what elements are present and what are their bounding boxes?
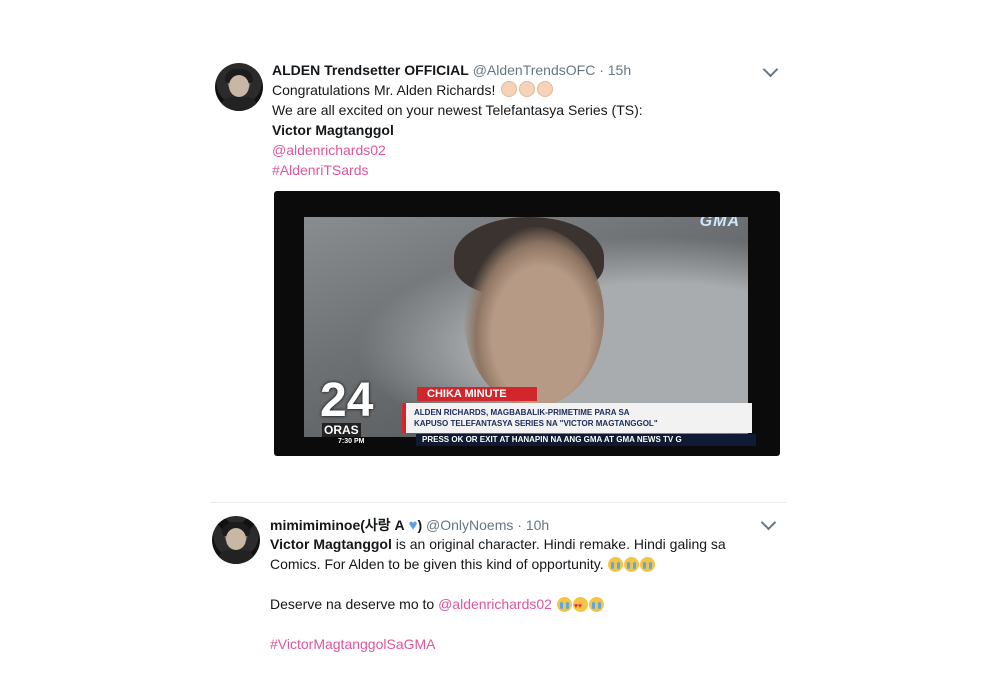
tweet-text-line-2: We are all excited on your newest Telefa… xyxy=(272,102,643,118)
gma-logo: GMA xyxy=(699,217,740,230)
news-ticker: PRESS OK OR EXIT AT HANAPIN NA ANG GMA A… xyxy=(416,434,756,446)
crying-face-emoji xyxy=(556,597,572,612)
tweet-text-line-1: Congratulations Mr. Alden Richards! xyxy=(272,80,554,100)
news-logo-number: 24 xyxy=(320,374,374,427)
clap-emoji xyxy=(519,81,536,97)
tweet-text-line-3: Victor Magtanggol xyxy=(272,122,394,138)
mention-link[interactable]: @aldenrichards02 xyxy=(272,140,386,160)
timestamp[interactable]: 15h xyxy=(608,62,631,78)
display-name[interactable]: ALDEN Trendsetter OFFICIAL xyxy=(272,62,469,78)
headline-line-2: KAPUSO TELEFANTASYA SERIES NA "VICTOR MA… xyxy=(414,419,658,428)
headline-line-1: ALDEN RICHARDS, MAGBABALIK-PRIMETIME PAR… xyxy=(414,408,630,417)
crying-face-emoji xyxy=(624,557,640,572)
avatar-icon[interactable] xyxy=(212,516,260,564)
separator: · xyxy=(517,517,522,533)
crying-face-emoji xyxy=(608,557,624,572)
display-name[interactable]: mimimiminoe(사랑 A xyxy=(270,517,405,533)
tweet-media-image[interactable]: GMA 24 ORAS 7:30 PM CHIKA MINUTE ALDEN R… xyxy=(274,191,780,456)
separator: · xyxy=(599,62,604,78)
tweet-divider xyxy=(210,502,786,503)
clap-emoji xyxy=(537,81,554,97)
tweet-text-line-2: Comics. For Alden to be given this kind … xyxy=(270,554,656,574)
segment-label: CHIKA MINUTE xyxy=(417,387,537,401)
chevron-down-icon[interactable] xyxy=(762,61,779,78)
headline-box: ALDEN RICHARDS, MAGBABALIK-PRIMETIME PAR… xyxy=(402,403,752,433)
crying-face-emoji xyxy=(588,597,604,612)
news-logo-oras: ORAS xyxy=(322,423,361,437)
tweet-text-line-3: Deserve na deserve mo to @aldenrichards0… xyxy=(270,594,604,617)
tweet-header: ALDEN Trendsetter OFFICIAL @AldenTrendsO… xyxy=(272,62,631,78)
clap-emoji xyxy=(501,81,518,97)
mention-link[interactable]: @aldenrichards02 xyxy=(438,596,552,612)
hashtag-link[interactable]: #AldenriTSards xyxy=(272,160,369,180)
handle[interactable]: @AldenTrendsOFC xyxy=(473,62,596,78)
heart-eyes-emoji xyxy=(572,597,588,617)
news-time: 7:30 PM xyxy=(338,438,365,445)
tweet-text-line-1: Victor Magtanggol is an original charact… xyxy=(270,536,726,552)
hashtag-link[interactable]: #VictorMagtanggolSaGMA xyxy=(270,634,436,654)
chevron-down-icon[interactable] xyxy=(760,514,777,531)
crying-face-emoji xyxy=(640,557,656,572)
avatar-icon[interactable] xyxy=(215,63,263,111)
tweet-header: mimimiminoe(사랑 A ♥) @OnlyNoems · 10h xyxy=(270,517,550,534)
handle[interactable]: @OnlyNoems xyxy=(426,517,513,533)
timestamp[interactable]: 10h xyxy=(526,517,549,533)
